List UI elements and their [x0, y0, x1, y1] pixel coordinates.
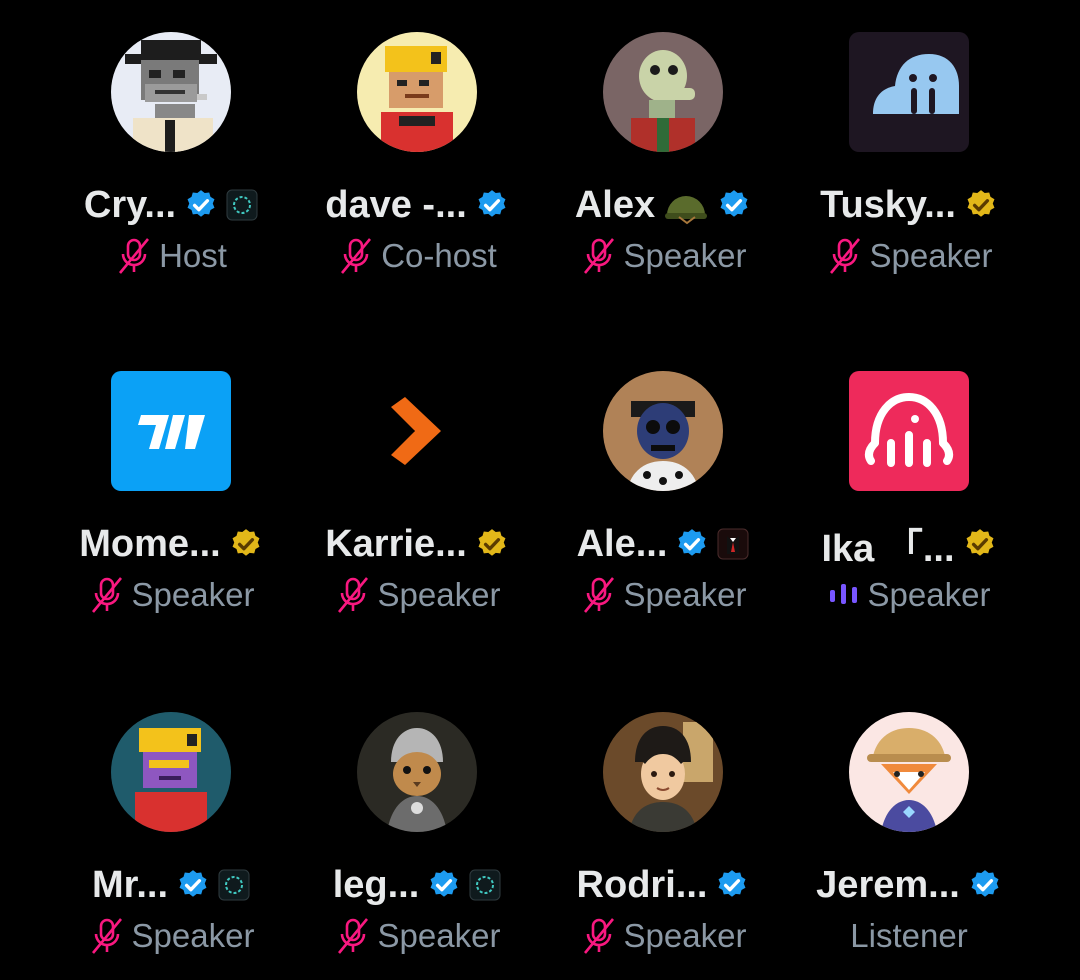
mic-muted-icon [334, 575, 372, 615]
participant-card[interactable]: Rodri... Speaker [528, 680, 798, 980]
participant-card[interactable]: Karrie... Speaker [282, 339, 552, 639]
participant-name: Cry... [83, 183, 177, 226]
participant-name: dave -... [325, 183, 467, 226]
avatar[interactable] [357, 712, 477, 832]
military-helmet-icon [663, 185, 709, 225]
avatar[interactable] [849, 32, 969, 152]
avatar[interactable] [603, 32, 723, 152]
participant-role: Speaker [377, 576, 501, 613]
verified-gold-icon [229, 527, 263, 561]
participant-role: Co-host [381, 237, 497, 274]
participant-name: Alex [574, 183, 656, 226]
affiliate-badge-icon [469, 869, 501, 901]
suit-affiliate-icon [717, 528, 749, 560]
mic-muted-icon [826, 236, 864, 276]
participant-card[interactable]: Alex Speaker [528, 0, 798, 300]
participant-name: Tusky... [820, 183, 956, 226]
participant-name: leg... [332, 863, 420, 906]
participant-name: Ika 「... [821, 527, 955, 570]
participant-card[interactable]: Jerem... Listener [774, 680, 1044, 980]
participant-name: Mr... [91, 863, 169, 906]
verified-blue-icon [717, 188, 751, 222]
participant-role: Speaker [131, 917, 255, 954]
participant-role: Speaker [869, 237, 993, 274]
avatar[interactable] [849, 712, 969, 832]
mic-muted-icon [580, 236, 618, 276]
verified-gold-icon [475, 527, 509, 561]
participants-grid: Cry... Host dave -... Co-host Alex Speak… [0, 0, 1080, 970]
avatar[interactable] [111, 371, 231, 491]
avatar[interactable] [603, 712, 723, 832]
verified-blue-icon [675, 527, 709, 561]
affiliate-badge-icon [226, 189, 258, 221]
avatar[interactable] [603, 371, 723, 491]
avatar[interactable] [111, 712, 231, 832]
mic-muted-icon [580, 575, 618, 615]
mic-muted-icon [88, 916, 126, 956]
mic-muted-icon [580, 916, 618, 956]
participant-role: Speaker [623, 917, 747, 954]
participant-role: Speaker [867, 576, 991, 613]
participant-role: Speaker [377, 917, 501, 954]
avatar[interactable] [357, 371, 477, 491]
affiliate-badge-icon [218, 869, 250, 901]
mic-muted-icon [88, 575, 126, 615]
avatar[interactable] [111, 32, 231, 152]
participant-role: Host [159, 237, 227, 274]
avatar[interactable] [849, 371, 969, 491]
speaking-indicator-icon [828, 580, 862, 610]
participant-card[interactable]: Cry... Host [36, 0, 306, 300]
verified-blue-icon [968, 868, 1002, 902]
participant-name: Mome... [79, 522, 221, 565]
avatar[interactable] [357, 32, 477, 152]
participant-name: Rodri... [576, 863, 708, 906]
participant-card[interactable]: Mr... Speaker [36, 680, 306, 980]
participant-role: Speaker [623, 237, 747, 274]
verified-blue-icon [475, 188, 509, 222]
participant-card[interactable]: Mome... Speaker [36, 339, 306, 639]
participant-card[interactable]: dave -... Co-host [282, 0, 552, 300]
participant-card[interactable]: Ika 「... Speaker [774, 339, 1044, 639]
verified-gold-icon [963, 527, 997, 561]
mic-muted-icon [337, 236, 375, 276]
participant-role: Listener [850, 917, 968, 954]
verified-blue-icon [184, 188, 218, 222]
participant-name: Jerem... [816, 863, 960, 906]
verified-blue-icon [176, 868, 210, 902]
participant-role: Speaker [131, 576, 255, 613]
participant-card[interactable]: Tusky... Speaker [774, 0, 1044, 300]
verified-blue-icon [715, 868, 749, 902]
participant-card[interactable]: Ale... Speaker [528, 339, 798, 639]
participant-name: Ale... [576, 522, 668, 565]
participant-role: Speaker [623, 576, 747, 613]
verified-blue-icon [427, 868, 461, 902]
mic-muted-icon [115, 236, 153, 276]
participant-name: Karrie... [325, 522, 467, 565]
participant-card[interactable]: leg... Speaker [282, 680, 552, 980]
verified-gold-icon [964, 188, 998, 222]
mic-muted-icon [334, 916, 372, 956]
